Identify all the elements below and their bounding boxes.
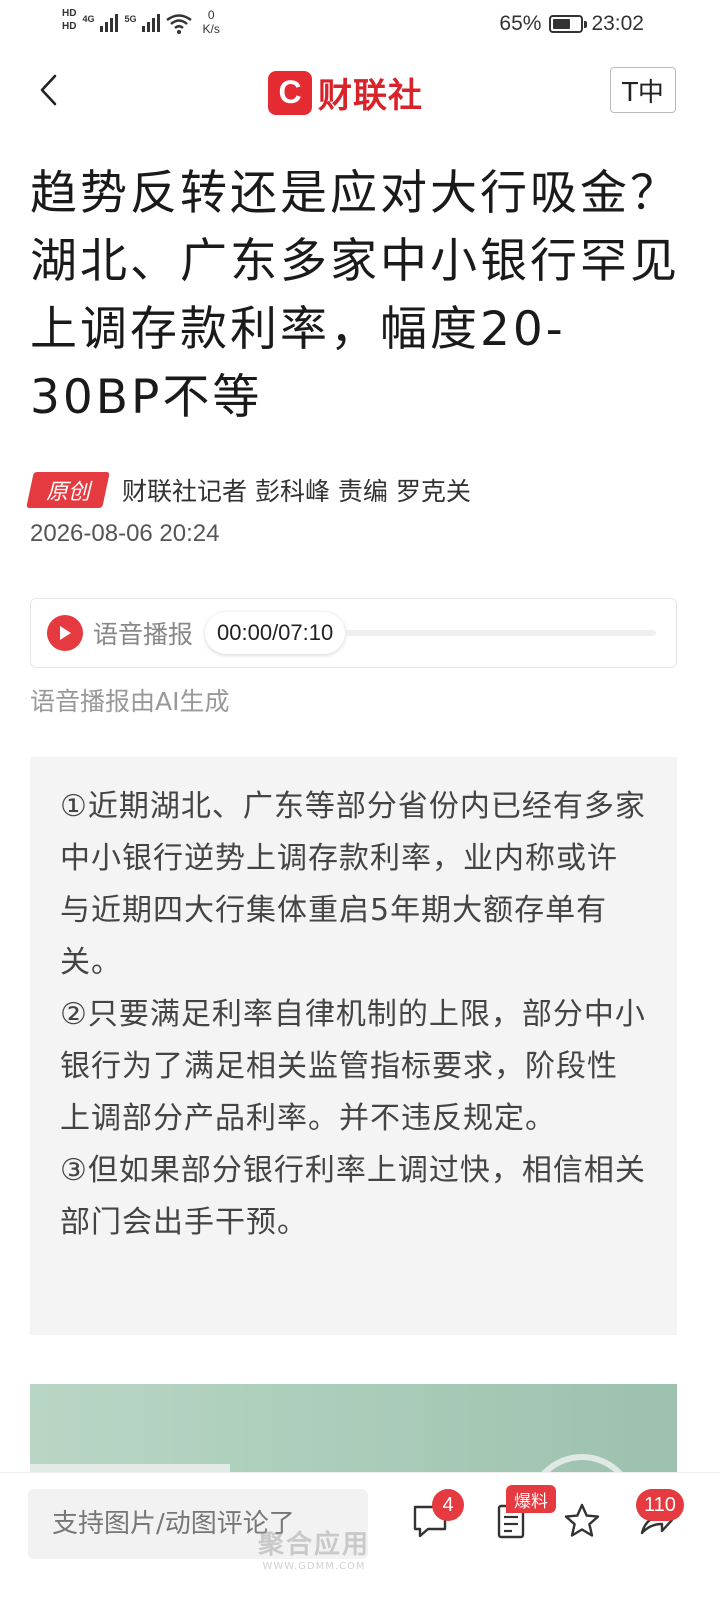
play-icon[interactable] [47, 615, 83, 651]
brand-name: 财联社 [318, 76, 423, 116]
share-count-badge: 110 [636, 1489, 684, 1521]
status-bar: HD HD 4G 5G 0 K/s 65% 23:02 [0, 0, 720, 48]
network-type-1: 4G [82, 14, 95, 24]
back-button[interactable] [28, 70, 68, 110]
hd-label-2: HD [62, 21, 77, 32]
author-line: 财联社记者 彭科峰 责编 罗克关 [122, 477, 471, 506]
share-button[interactable]: 110 [634, 1489, 684, 1543]
original-badge: 原创 [26, 472, 110, 508]
wifi-icon [166, 14, 193, 34]
signal-icon-1 [100, 12, 119, 32]
audio-note: 语音播报由AI生成 [30, 687, 230, 716]
network-speed: 0 K/s [202, 8, 220, 36]
battery-level [553, 19, 571, 29]
comment-count-badge: 4 [432, 1489, 464, 1521]
app-header: C 财联社 T中 [0, 60, 720, 120]
summary-item: ③但如果部分银行利率上调过快，相信相关部门会出手干预。 [60, 1153, 646, 1240]
audio-label: 语音播报 [93, 620, 194, 649]
article-image [30, 1384, 677, 1474]
font-size-button[interactable]: T中 [610, 67, 676, 113]
audio-player: 语音播报 00:00/07:10 [30, 598, 677, 668]
hd-label-1: HD [62, 8, 77, 19]
comment-button[interactable]: 4 [408, 1489, 464, 1543]
battery-icon [549, 15, 588, 33]
status-right: 65% 23:02 [499, 12, 644, 36]
brand-mark-icon: C [268, 70, 312, 115]
article-title: 趋势反转还是应对大行吸金？湖北、广东多家中小银行罕见上调存款利率，幅度20-30… [30, 166, 680, 425]
watermark: 聚合应用 WWW.GDMM.COM [258, 1530, 371, 1572]
baoliao-badge: 爆料 [506, 1485, 556, 1513]
audio-time: 00:00/07:10 [205, 612, 346, 654]
hd-indicators: HD HD [62, 8, 76, 32]
publish-time: 2026-08-06 20:24 [30, 520, 220, 547]
battery-percent: 65% [499, 12, 542, 35]
network-type-2: 5G [124, 14, 137, 24]
status-time: 23:02 [591, 12, 644, 35]
summary-item: ②只要满足利率自律机制的上限，部分中小银行为了满足相关监管指标要求，阶段性上调部… [60, 997, 646, 1136]
baoliao-button[interactable]: 爆料 [490, 1485, 556, 1543]
brand-logo: C 财联社 [268, 68, 423, 117]
status-left: HD HD 4G 5G 0 K/s [62, 8, 220, 36]
star-icon [564, 1503, 600, 1537]
article-meta: 原创 财联社记者 彭科峰 责编 罗克关 [26, 472, 471, 508]
summary-item: ①近期湖北、广东等部分省份内已经有多家中小银行逆势上调存款利率，业内称或许与近期… [60, 789, 646, 980]
article-summary: ①近期湖北、广东等部分省份内已经有多家中小银行逆势上调存款利率，业内称或许与近期… [30, 757, 677, 1335]
favorite-button[interactable] [560, 1499, 604, 1543]
audio-progress-bar[interactable] [345, 630, 656, 636]
signal-icon-2 [142, 12, 161, 32]
chevron-left-icon [40, 74, 57, 106]
